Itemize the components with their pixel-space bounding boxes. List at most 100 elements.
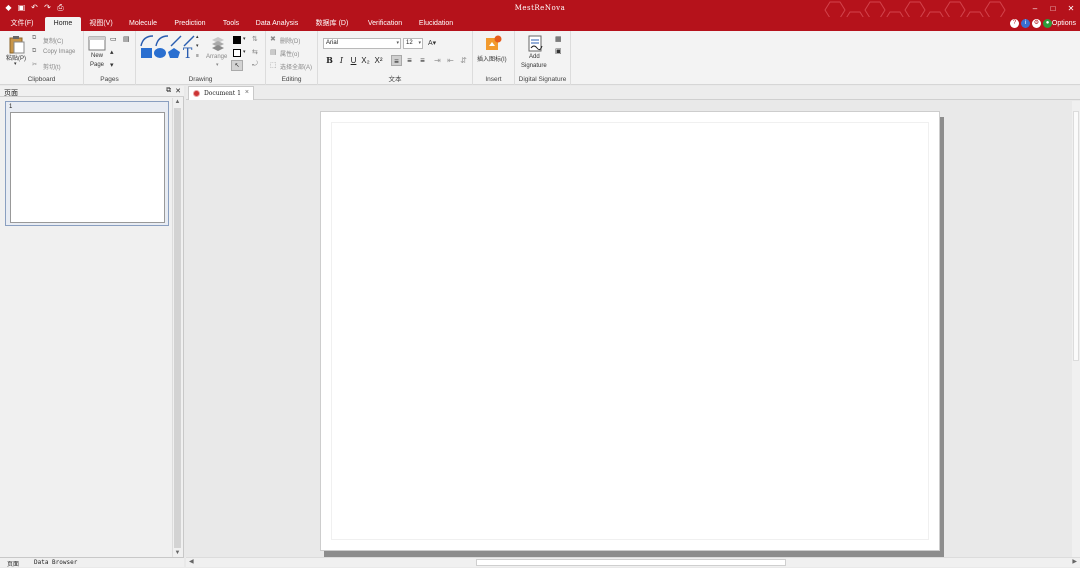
window-title: MestReNova	[514, 4, 566, 12]
new-page-label-2[interactable]: Page	[90, 62, 104, 68]
vertical-scrollbar[interactable]	[1072, 101, 1080, 557]
select-all-button[interactable]: 选择全部(A)	[280, 62, 312, 71]
float-panel-icon[interactable]: ⧉	[166, 87, 171, 95]
align-left-icon[interactable]: ≡	[391, 55, 402, 66]
scroll-up-icon[interactable]: ▲	[173, 98, 182, 107]
tab-file[interactable]: 文件(F)	[4, 17, 40, 31]
insert-image-icon[interactable]	[485, 35, 503, 52]
tab-elucidation[interactable]: Elucidation	[416, 17, 456, 31]
tab-verification[interactable]: Verification	[362, 17, 408, 31]
arrange-dropdown-icon[interactable]: ▾	[216, 62, 219, 68]
pages-scrollbar[interactable]: ▲ ▼	[172, 98, 181, 558]
signature-settings-icon[interactable]: ▣	[555, 47, 562, 55]
arrange-button[interactable]: Arrange	[206, 54, 227, 60]
rotate-icon[interactable]: ⤾	[252, 61, 258, 69]
tab-tools[interactable]: Tools	[218, 17, 244, 31]
align-center-icon[interactable]: ≡	[404, 55, 415, 66]
insert-image-button[interactable]: 插入图标(I)	[477, 54, 507, 63]
page-margin	[331, 122, 929, 540]
document-canvas[interactable]	[186, 101, 1072, 557]
editing-label: Editing	[281, 76, 302, 83]
font-family-select[interactable]: Arial ▾	[323, 38, 401, 49]
distribute-icon[interactable]: ⇆	[252, 48, 258, 56]
minimize-button[interactable]: –	[1026, 0, 1044, 17]
scroll-thumb[interactable]	[174, 108, 181, 548]
line-color-dropdown-icon[interactable]: ▾	[243, 49, 246, 55]
pages-panel-header: 页面 ⧉ ✕	[0, 86, 184, 97]
size-dropdown-icon: ▾	[418, 40, 421, 46]
add-signature-label-2[interactable]: Signature	[521, 63, 547, 69]
increase-indent-icon[interactable]: ⇥	[432, 55, 443, 66]
vertical-scroll-thumb[interactable]	[1073, 111, 1079, 361]
document-tab-label: Document 1	[204, 90, 241, 97]
help-icon[interactable]: ?	[1010, 19, 1019, 28]
align-right-icon[interactable]: ≡	[417, 55, 428, 66]
paste-dropdown-icon[interactable]: ▾	[14, 61, 17, 67]
align-icon[interactable]: ⇅	[252, 35, 258, 43]
font-size-select[interactable]: 12 ▾	[403, 38, 423, 49]
copy-button[interactable]: 复制(C)	[43, 36, 63, 45]
scroll-left-icon[interactable]: ◀	[189, 558, 194, 567]
new-page-label-1[interactable]: New	[91, 53, 103, 59]
thumbnail-page	[10, 112, 165, 223]
close-button[interactable]: ✕	[1062, 0, 1080, 17]
page-setup-icon[interactable]: ▤	[123, 35, 130, 43]
fill-color-icon[interactable]	[233, 36, 241, 44]
document-tab[interactable]: Document 1 ×	[188, 86, 254, 100]
settings-icon[interactable]: ⚙	[1032, 19, 1041, 28]
close-panel-icon[interactable]: ✕	[175, 87, 181, 95]
verify-signature-icon[interactable]: ▦	[555, 35, 562, 43]
new-page-icon[interactable]	[88, 36, 106, 51]
add-signature-label-1[interactable]: Add	[529, 54, 540, 60]
tab-database[interactable]: 数据库 (D)	[310, 17, 354, 31]
info-icon[interactable]: i	[1021, 19, 1030, 28]
title-bar: ◆ ▣ ↶ ↷ ⎙ MestReNova – □ ✕	[0, 0, 1080, 17]
shapes-scroll-up-icon[interactable]: ▴	[196, 34, 199, 40]
horizontal-scrollbar[interactable]: ◀ ▶	[186, 557, 1080, 567]
properties-button[interactable]: 属性(o)	[280, 49, 299, 58]
italic-icon[interactable]: I	[336, 55, 347, 66]
delete-button[interactable]: 删除(D)	[280, 36, 300, 45]
maximize-button[interactable]: □	[1044, 0, 1062, 17]
horizontal-scroll-thumb[interactable]	[476, 559, 786, 566]
shapes-more-icon[interactable]: ≡	[196, 53, 199, 59]
ribbon: 粘贴(P) ▾ ⧉ 复制(C) ⧉ Copy Image ✂ 剪切(t) Cli…	[0, 31, 1080, 85]
scroll-right-icon[interactable]: ▶	[1072, 558, 1077, 567]
options-menu[interactable]: Options	[1052, 17, 1076, 31]
shapes-scroll-down-icon[interactable]: ▾	[196, 43, 199, 49]
subscript-icon[interactable]: X₂	[360, 55, 371, 66]
copy-image-button[interactable]: Copy Image	[43, 49, 75, 55]
delete-icon: ✖	[270, 36, 276, 43]
fill-color-dropdown-icon[interactable]: ▾	[243, 36, 246, 42]
signature-icon[interactable]	[528, 35, 544, 53]
decrease-indent-icon[interactable]: ⇤	[445, 55, 456, 66]
page-thumbnail[interactable]: 1	[5, 101, 169, 226]
pages-label: Pages	[100, 76, 119, 83]
signature-group: Add Signature ▦ ▣ Digital Signature	[515, 31, 571, 85]
page-layout-icon[interactable]: ▭	[110, 35, 117, 43]
pointer-icon[interactable]: ↖	[231, 60, 243, 71]
tab-home[interactable]: Home	[45, 17, 81, 31]
pages-panel-title: 页面	[4, 90, 18, 97]
tab-data-browser[interactable]: Data Browser	[34, 559, 77, 566]
tab-view[interactable]: 视图(V)	[85, 17, 117, 31]
superscript-icon[interactable]: X²	[373, 55, 384, 66]
arrange-icon[interactable]	[211, 36, 225, 52]
line-color-icon[interactable]	[233, 49, 241, 57]
document-page[interactable]	[320, 111, 940, 551]
status-icon[interactable]: ●	[1043, 19, 1052, 28]
tab-data-analysis[interactable]: Data Analysis	[252, 17, 302, 31]
bold-icon[interactable]: B	[324, 55, 335, 66]
page-up-icon[interactable]: ▴	[110, 48, 114, 56]
insert-label: Insert	[485, 76, 502, 83]
underline-icon[interactable]: U	[348, 55, 359, 66]
paste-icon[interactable]	[9, 36, 25, 54]
tab-molecule[interactable]: Molecule	[124, 17, 162, 31]
tab-prediction[interactable]: Prediction	[170, 17, 210, 31]
text-direction-icon[interactable]: ⇵	[458, 55, 469, 66]
page-down-icon[interactable]: ▾	[110, 61, 114, 69]
close-tab-icon[interactable]: ×	[245, 89, 249, 96]
text-color-icon[interactable]: A▾	[428, 39, 436, 47]
cut-button[interactable]: 剪切(t)	[43, 62, 61, 71]
shapes-gallery[interactable]: T	[139, 34, 197, 60]
